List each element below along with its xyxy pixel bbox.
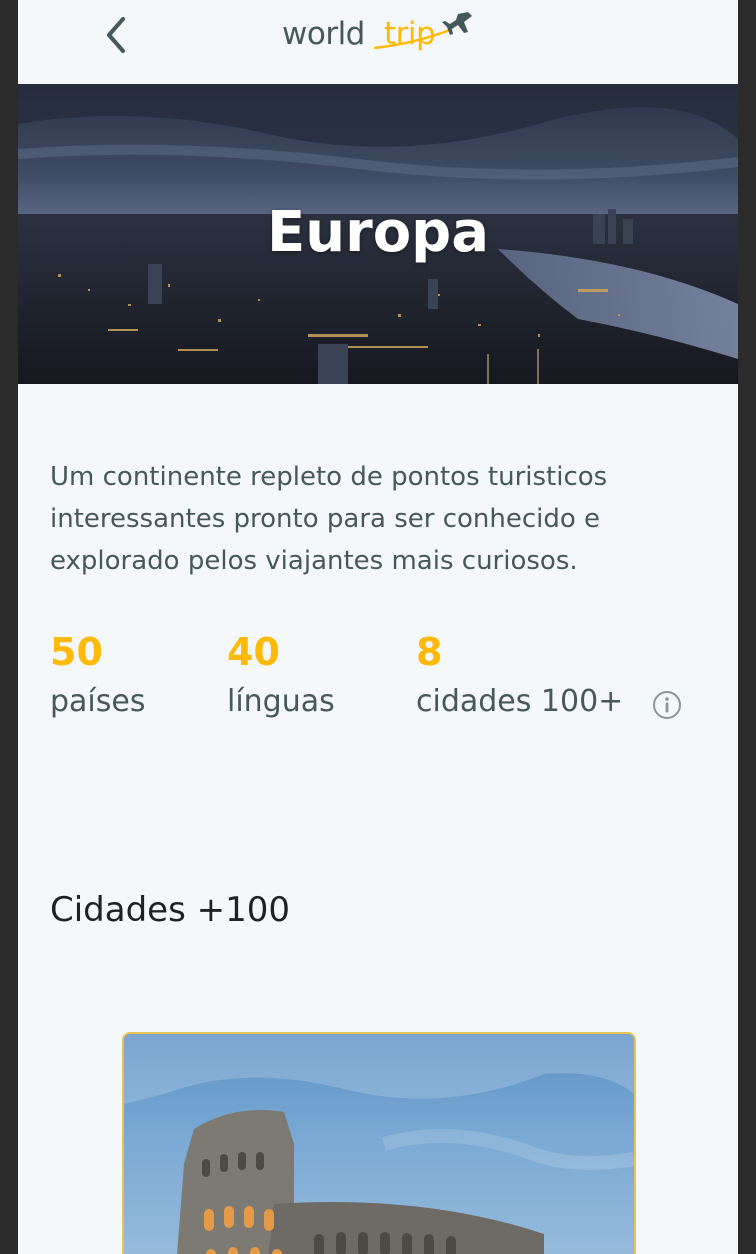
stat-cities-number: 8 — [416, 630, 443, 674]
continent-banner: Europa — [18, 84, 738, 384]
header: world trip — [18, 0, 738, 84]
stat-countries: 50 países — [50, 628, 145, 728]
section-title-cities: Cidades +100 — [50, 890, 291, 930]
stat-languages-label: línguas — [227, 684, 335, 719]
app-screen: world trip Europa Um continente repleto … — [18, 0, 738, 1254]
chevron-left-icon — [107, 17, 125, 53]
stat-languages-number: 40 — [227, 630, 280, 674]
continent-description: Um continente repleto de pontos turistic… — [50, 462, 608, 576]
worldtrip-logo: world trip — [282, 8, 482, 64]
city-card[interactable] — [122, 1032, 636, 1254]
stat-countries-label: países — [50, 684, 146, 719]
stat-countries-number: 50 — [50, 630, 103, 674]
stat-cities-label: cidades 100+ — [416, 684, 624, 719]
continent-title: Europa — [266, 200, 490, 265]
colosseum-image — [124, 1034, 634, 1254]
stat-languages: 40 línguas — [227, 628, 335, 728]
stat-cities: 8 cidades 100+ — [416, 628, 623, 728]
airplane-icon — [373, 12, 472, 50]
info-icon[interactable] — [652, 690, 682, 720]
back-button[interactable] — [98, 14, 134, 56]
